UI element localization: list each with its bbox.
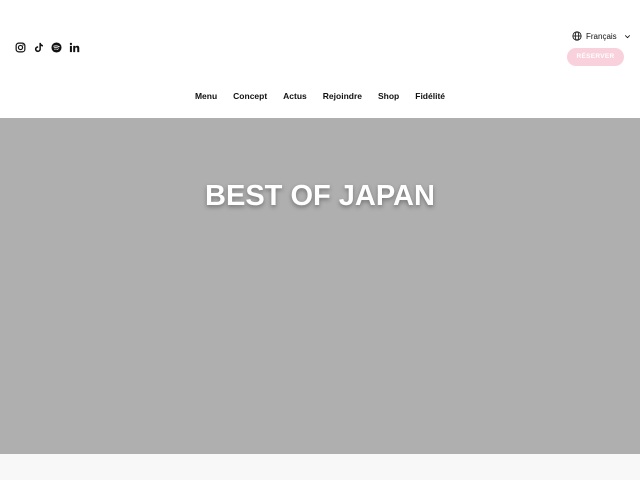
nav-item-actus[interactable]: Actus [283, 91, 307, 101]
globe-icon [572, 31, 582, 41]
site-header: Français RÉSERVER Menu Concept Actus Rej… [0, 0, 640, 118]
reserve-button[interactable]: RÉSERVER [567, 48, 624, 66]
content-section [0, 454, 640, 480]
hero-banner: BEST OF JAPAN [0, 118, 640, 454]
nav-item-shop[interactable]: Shop [378, 91, 399, 101]
nav-item-menu[interactable]: Menu [195, 91, 217, 101]
spotify-icon[interactable] [51, 42, 62, 53]
chevron-down-icon [624, 33, 631, 40]
language-label: Français [586, 31, 617, 41]
tiktok-icon[interactable] [33, 42, 44, 53]
main-nav: Menu Concept Actus Rejoindre Shop Fidéli… [0, 91, 640, 101]
language-selector[interactable]: Français [572, 31, 631, 41]
instagram-icon[interactable] [15, 42, 26, 53]
nav-item-concept[interactable]: Concept [233, 91, 267, 101]
hero-title: BEST OF JAPAN [205, 180, 435, 212]
nav-item-fidelite[interactable]: Fidélité [415, 91, 445, 101]
nav-item-rejoindre[interactable]: Rejoindre [323, 91, 362, 101]
linkedin-icon[interactable] [69, 42, 80, 53]
social-links [15, 42, 80, 53]
